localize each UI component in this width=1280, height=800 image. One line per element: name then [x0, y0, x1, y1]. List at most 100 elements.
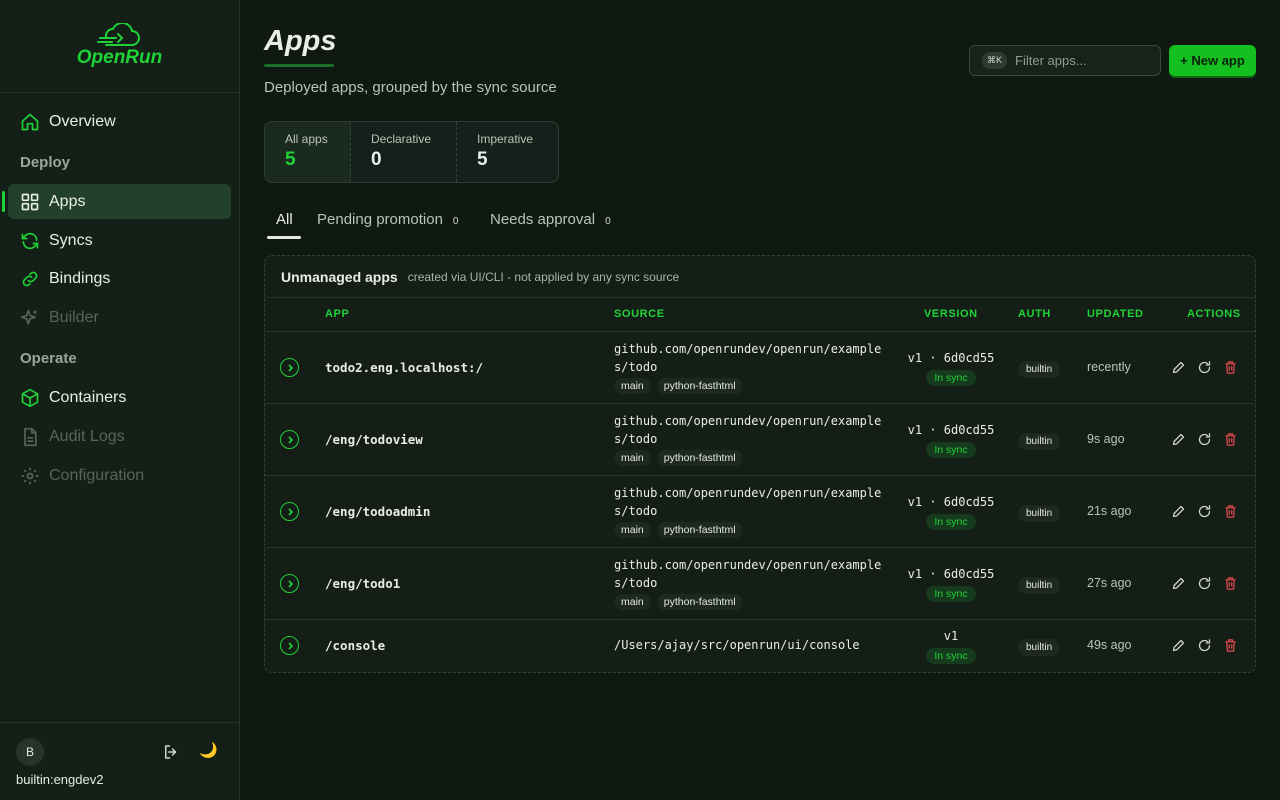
expand-button[interactable] [280, 574, 299, 593]
trash-icon[interactable] [1223, 576, 1238, 591]
refresh-icon[interactable] [1197, 576, 1212, 591]
edit-icon[interactable] [1171, 576, 1186, 591]
expand-button[interactable] [280, 502, 299, 521]
auth-badge: builtin [1018, 361, 1061, 378]
source-path: github.com/openrundev/openrun/examples/t… [614, 342, 882, 374]
table-row[interactable]: /console /Users/ajay/src/openrun/ui/cons… [265, 620, 1255, 672]
table-row[interactable]: /eng/todoadmin github.com/openrundev/ope… [265, 476, 1255, 548]
spec-tag: python-fasthtml [656, 522, 743, 538]
tab-all[interactable]: All [276, 211, 293, 228]
stat-label: All apps [285, 132, 328, 146]
user-name: builtin:engdev2 [16, 772, 104, 787]
sidebar-item-apps[interactable]: Apps [2, 184, 231, 219]
filter-input[interactable] [1015, 53, 1156, 68]
sidebar-item-label: Containers [49, 388, 127, 406]
logout-icon[interactable] [162, 743, 180, 761]
unmanaged-apps-panel: Unmanaged apps created via UI/CLI - not … [264, 255, 1256, 673]
sidebar-footer: B builtin:engdev2 🌙 [0, 722, 240, 800]
col-header-version[interactable]: VERSION [924, 308, 978, 320]
trash-icon[interactable] [1223, 360, 1238, 375]
grid-icon [21, 193, 39, 210]
panel-description: created via UI/CLI - not applied by any … [407, 269, 680, 284]
brand-logo[interactable]: OpenRun [0, 0, 239, 93]
refresh-icon[interactable] [1197, 504, 1212, 519]
panel-header: Unmanaged apps created via UI/CLI - not … [265, 256, 1255, 298]
chevron-right-icon [287, 363, 293, 372]
sidebar-item-label: Configuration [49, 466, 145, 484]
updated-time: 21s ago [1087, 504, 1132, 518]
source-tags: main python-fasthtml [614, 450, 743, 466]
edit-icon[interactable] [1171, 504, 1186, 519]
chevron-right-icon [287, 579, 293, 588]
document-icon [24, 427, 37, 446]
table-row[interactable]: /eng/todo1 github.com/openrundev/openrun… [265, 548, 1255, 620]
branch-tag: main [614, 594, 651, 610]
stat-declarative[interactable]: Declarative 0 [351, 122, 457, 182]
auth-badge: builtin [1018, 505, 1061, 522]
stat-all-apps[interactable]: All apps 5 [265, 122, 351, 182]
app-name[interactable]: /eng/todoview [325, 432, 423, 447]
tab-count: 0 [452, 216, 459, 227]
row-actions [1171, 504, 1238, 519]
link-icon [22, 271, 38, 286]
tab-active-indicator [267, 236, 301, 239]
home-icon [21, 113, 39, 130]
edit-icon[interactable] [1171, 638, 1186, 653]
new-app-button[interactable]: + New app [1169, 45, 1256, 76]
source-path: github.com/openrundev/openrun/examples/t… [614, 558, 882, 590]
refresh-icon[interactable] [1197, 432, 1212, 447]
sync-status-badge: In sync [926, 442, 976, 458]
trash-icon[interactable] [1223, 638, 1238, 653]
sync-status-badge: In sync [926, 648, 976, 664]
filter-box[interactable]: ⌘K [969, 45, 1161, 76]
sidebar-item-syncs[interactable]: Syncs [8, 223, 231, 258]
sync-icon [21, 232, 39, 249]
sync-status-badge: In sync [926, 586, 976, 602]
col-header-source[interactable]: SOURCE [614, 308, 665, 320]
trash-icon[interactable] [1223, 504, 1238, 519]
sidebar-item-overview[interactable]: Overview [8, 104, 231, 139]
spec-tag: python-fasthtml [656, 450, 743, 466]
tab-pending-promotion[interactable]: Pending promotion 0 [317, 211, 458, 228]
sidebar-item-bindings[interactable]: Bindings [8, 261, 231, 296]
sidebar-item-containers[interactable]: Containers [8, 380, 231, 415]
edit-icon[interactable] [1171, 432, 1186, 447]
table-row[interactable]: /eng/todoview github.com/openrundev/open… [265, 404, 1255, 476]
col-header-app[interactable]: APP [325, 308, 349, 320]
edit-icon[interactable] [1171, 360, 1186, 375]
sync-status-badge: In sync [926, 370, 976, 386]
avatar[interactable]: B [16, 738, 44, 766]
tab-needs-approval[interactable]: Needs approval 0 [490, 211, 611, 228]
expand-button[interactable] [280, 636, 299, 655]
app-name[interactable]: /console [325, 638, 385, 653]
expand-button[interactable] [280, 358, 299, 377]
source-path: github.com/openrundev/openrun/examples/t… [614, 414, 882, 446]
table-row[interactable]: todo2.eng.localhost:/ github.com/openrun… [265, 332, 1255, 404]
row-actions [1171, 576, 1238, 591]
app-name[interactable]: todo2.eng.localhost:/ [325, 360, 483, 375]
stat-value: 5 [477, 149, 488, 170]
refresh-icon[interactable] [1197, 638, 1212, 653]
app-name[interactable]: /eng/todoadmin [325, 504, 430, 519]
moon-icon[interactable]: 🌙 [199, 741, 218, 759]
version-label: v1 · 6d0cd55 [907, 423, 995, 437]
stat-imperative[interactable]: Imperative 5 [457, 122, 558, 182]
branch-tag: main [614, 450, 651, 466]
col-header-updated[interactable]: UPDATED [1087, 308, 1144, 320]
refresh-icon[interactable] [1197, 360, 1212, 375]
version-label: v1 · 6d0cd55 [907, 351, 995, 365]
col-header-auth[interactable]: AUTH [1018, 308, 1051, 320]
app-name[interactable]: /eng/todo1 [325, 576, 400, 591]
expand-button[interactable] [280, 430, 299, 449]
trash-icon[interactable] [1223, 432, 1238, 447]
tab-label: Pending promotion [317, 211, 443, 228]
version-label: v1 · 6d0cd55 [907, 567, 995, 581]
source-tags: main python-fasthtml [614, 522, 743, 538]
row-actions [1171, 360, 1238, 375]
gear-icon [21, 467, 39, 484]
sidebar-item-label: Audit Logs [49, 427, 125, 445]
chevron-right-icon [287, 435, 293, 444]
branch-tag: main [614, 378, 651, 394]
sync-status-badge: In sync [926, 514, 976, 530]
updated-time: recently [1087, 360, 1131, 374]
